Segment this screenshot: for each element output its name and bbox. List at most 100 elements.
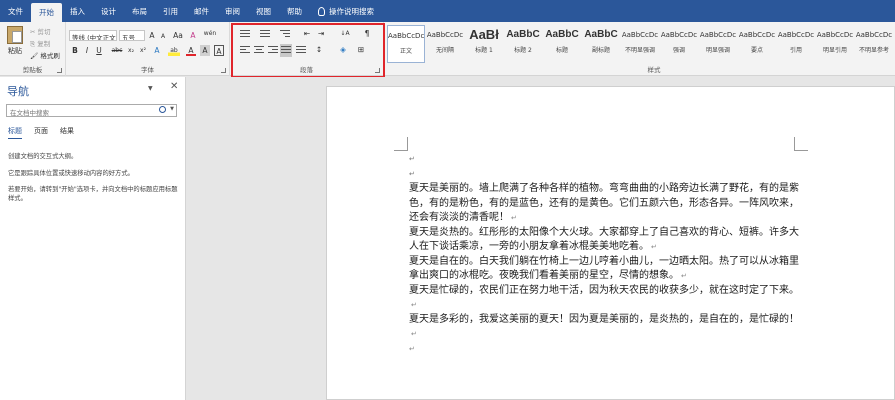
style-sample: AaBbC bbox=[506, 29, 540, 40]
style-name: 无间隔 bbox=[435, 47, 454, 54]
style-sample: AaBbCcDc bbox=[621, 31, 659, 39]
phonetic-guide-button[interactable]: wén bbox=[202, 28, 218, 39]
copy-label: 复制 bbox=[37, 40, 51, 48]
navigation-pane: 导航 ▼ ✕ 在文档中搜索 ▼ 标题 页面 结果 创建文档的交互式大纲。 它是跟… bbox=[0, 77, 186, 400]
style-item[interactable]: AaBbCcDc 无间隔 bbox=[426, 25, 464, 63]
lightbulb-icon bbox=[318, 6, 325, 16]
highlight-color-button[interactable]: ab bbox=[168, 45, 180, 56]
nav-hint-2: 它是跟踪具体位置或快速移动内容的好方式。 bbox=[8, 170, 134, 177]
style-sample: AaBbCcDc bbox=[699, 31, 737, 39]
doc-paragraph-text: 夏天是美丽的。墙上爬满了各种各样的植物。弯弯曲曲的小路旁边长满了野花，有的是紫色… bbox=[409, 183, 799, 223]
character-border-button[interactable]: A bbox=[214, 45, 224, 56]
tab-view[interactable]: 视图 bbox=[248, 0, 279, 22]
tab-layout[interactable]: 布局 bbox=[124, 0, 155, 22]
tab-references[interactable]: 引用 bbox=[155, 0, 186, 22]
style-sample: AaBbC bbox=[545, 29, 579, 40]
style-item[interactable]: AaBbCcDc 不明显强调 bbox=[621, 25, 659, 63]
search-icon[interactable] bbox=[159, 106, 166, 113]
style-name: 副标题 bbox=[591, 47, 610, 54]
tab-review[interactable]: 审阅 bbox=[217, 0, 248, 22]
tab-insert[interactable]: 插入 bbox=[62, 0, 93, 22]
change-case-button[interactable]: Aa bbox=[171, 30, 185, 41]
style-name: 不明显强调 bbox=[624, 47, 655, 54]
style-item[interactable]: AaBbCcDc 正文 bbox=[387, 25, 425, 63]
document-body[interactable]: 夏天是美丽的。墙上爬满了各种各样的植物。弯弯曲曲的小路旁边长满了野花，有的是紫色… bbox=[409, 182, 799, 356]
style-item[interactable]: AaBbCcDc 强调 bbox=[660, 25, 698, 63]
strikethrough-button[interactable]: abc bbox=[110, 45, 124, 56]
nav-title: 导航 bbox=[7, 85, 29, 98]
tab-file[interactable]: 文件 bbox=[0, 0, 31, 22]
tab-home[interactable]: 开始 bbox=[31, 3, 62, 22]
tab-mailings[interactable]: 邮件 bbox=[186, 0, 217, 22]
nav-hint-1: 创建文档的交互式大纲。 bbox=[8, 153, 78, 160]
doc-paragraph: ↵ bbox=[409, 342, 799, 357]
font-name-combo[interactable]: 等线 (中文正文) bbox=[69, 30, 117, 41]
document-page[interactable]: ↵ ↵ 夏天是美丽的。墙上爬满了各种各样的植物。弯弯曲曲的小路旁边长满了野花，有… bbox=[326, 86, 895, 400]
style-name: 正文 bbox=[399, 48, 412, 55]
format-painter-label: 格式刷 bbox=[40, 52, 60, 60]
subscript-button[interactable]: x₂ bbox=[126, 45, 136, 56]
style-item[interactable]: AaBbC 标题 bbox=[543, 25, 581, 63]
doc-paragraph-text: 夏天是忙碌的，农民们正在努力地干活，因为秋天农民的收获多少，就在这时定了下来。 bbox=[409, 284, 799, 296]
shrink-font-button[interactable]: A bbox=[158, 31, 168, 42]
cut-button[interactable]: ✂ 剪切 bbox=[30, 26, 51, 36]
paste-button[interactable]: 粘贴 bbox=[4, 26, 26, 62]
style-item[interactable]: AaBbCcDc 明显引用 bbox=[816, 25, 854, 63]
tell-me-search[interactable]: 操作说明搜索 bbox=[310, 0, 382, 22]
document-area: ↵ ↵ 夏天是美丽的。墙上爬满了各种各样的植物。弯弯曲曲的小路旁边长满了野花，有… bbox=[187, 77, 895, 400]
nav-tab-results[interactable]: 结果 bbox=[60, 126, 74, 136]
clear-format-button[interactable]: A bbox=[188, 30, 198, 41]
style-item[interactable]: AaBbC 副标题 bbox=[582, 25, 620, 63]
nav-options-chevron-icon[interactable]: ▼ bbox=[148, 85, 153, 92]
doc-paragraph-text: 夏天是多彩的，我爱这美丽的夏天！因为夏是美丽的，是炎热的，是自在的，是忙碌的！ bbox=[409, 313, 799, 325]
style-sample: AaBbCcDc bbox=[660, 31, 698, 39]
style-sample: AaBbCcDc bbox=[738, 31, 776, 39]
superscript-button[interactable]: x² bbox=[138, 45, 148, 56]
font-group-label: 字体 bbox=[141, 66, 154, 74]
paragraph-mark: ↵ bbox=[409, 170, 415, 178]
font-size-combo[interactable]: 五号 bbox=[119, 30, 145, 41]
style-sample: AaBbC bbox=[584, 29, 618, 40]
nav-tab-headings[interactable]: 标题 bbox=[8, 126, 22, 139]
paragraph-mark: ↵ bbox=[411, 330, 417, 338]
font-color-button[interactable]: A bbox=[186, 45, 196, 56]
grow-font-button[interactable]: A bbox=[147, 30, 157, 41]
style-item[interactable]: AaBbC 标题 2 bbox=[504, 25, 542, 63]
copy-button[interactable]: ⎘ 复制 bbox=[30, 38, 50, 49]
tab-design[interactable]: 设计 bbox=[93, 0, 124, 22]
nav-tab-pages[interactable]: 页面 bbox=[34, 126, 48, 136]
doc-paragraph-text: 夏天是自在的。白天我们躺在竹椅上一边儿哼着小曲儿，一边晒太阳。热了可以从冰箱里拿… bbox=[409, 255, 799, 282]
ribbon-tab-bar: 文件 开始 插入 设计 布局 引用 邮件 审阅 视图 帮助 操作说明搜索 bbox=[0, 0, 895, 22]
nav-search-placeholder: 在文档中搜索 bbox=[10, 109, 49, 117]
style-item[interactable]: AaBbCcDc 引用 bbox=[777, 25, 815, 63]
doc-paragraph: 夏天是忙碌的，农民们正在努力地干活，因为秋天农民的收获多少，就在这时定了下来。 ↵ bbox=[409, 284, 799, 313]
underline-button[interactable]: U bbox=[94, 45, 104, 56]
character-shading-button[interactable]: A bbox=[200, 45, 210, 56]
tab-help[interactable]: 帮助 bbox=[279, 0, 310, 22]
style-item[interactable]: AaBł 标题 1 bbox=[465, 25, 503, 63]
style-sample: AaBbCcDc bbox=[855, 31, 893, 39]
paragraph-mark: ↵ bbox=[411, 301, 417, 309]
style-sample: AaBł bbox=[469, 27, 499, 42]
clipboard-group: 粘贴 ✂ 剪切 ⎘ 复制 🖌 格式刷 剪贴板 bbox=[0, 22, 66, 76]
tell-me-label: 操作说明搜索 bbox=[329, 6, 374, 16]
search-options-chevron-icon[interactable]: ▼ bbox=[170, 106, 174, 112]
style-item[interactable]: AaBbCcDc 明显强调 bbox=[699, 25, 737, 63]
nav-close-icon[interactable]: ✕ bbox=[170, 81, 178, 92]
font-launcher-icon[interactable] bbox=[221, 68, 226, 73]
nav-search-input[interactable]: 在文档中搜索 ▼ bbox=[6, 104, 177, 117]
style-item[interactable]: AaBbCcDc 要点 bbox=[738, 25, 776, 63]
clipboard-launcher-icon[interactable] bbox=[57, 68, 62, 73]
style-name: 明显引用 bbox=[822, 47, 847, 54]
style-name: 强调 bbox=[672, 47, 685, 54]
style-sample: AaBbCcDc bbox=[388, 32, 424, 40]
italic-button[interactable]: I bbox=[82, 45, 92, 56]
bold-button[interactable]: B bbox=[70, 45, 80, 56]
style-name: 标题 1 bbox=[475, 47, 493, 54]
clipboard-group-label: 剪贴板 bbox=[22, 66, 43, 74]
format-painter-button[interactable]: 🖌 格式刷 bbox=[30, 50, 60, 60]
text-effects-button[interactable]: A bbox=[152, 45, 162, 56]
doc-paragraph: 夏天是自在的。白天我们躺在竹椅上一边儿哼着小曲儿，一边晒太阳。热了可以从冰箱里拿… bbox=[409, 255, 799, 284]
style-item[interactable]: AaBbCcDc 不明显参考 bbox=[855, 25, 893, 63]
doc-paragraph: 夏天是炎热的。红彤彤的太阳像个大火球。大家都穿上了自己喜欢的背心、短裤。许多大人… bbox=[409, 226, 799, 255]
